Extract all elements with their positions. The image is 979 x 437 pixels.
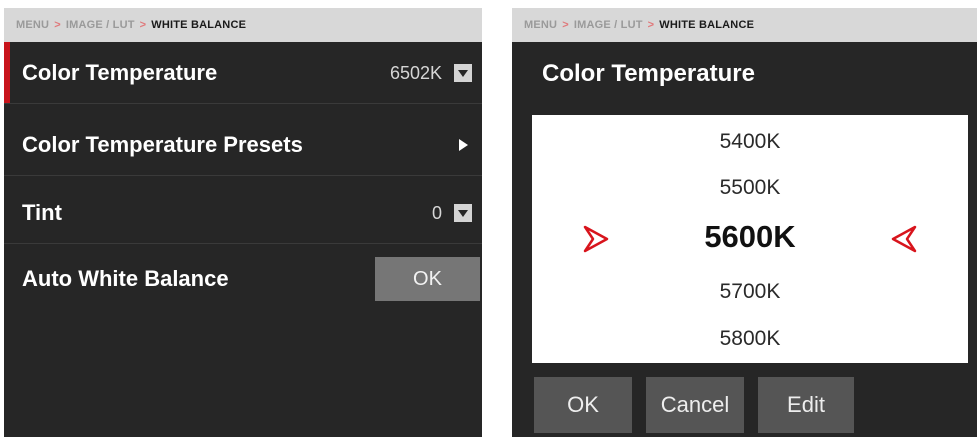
breadcrumb: MENU > IMAGE / LUT > WHITE BALANCE — [512, 8, 977, 42]
picker-option[interactable]: 5700K — [532, 280, 968, 304]
breadcrumb-root[interactable]: MENU — [524, 19, 557, 31]
edit-button[interactable]: Edit — [758, 377, 854, 433]
picker-title: Color Temperature — [542, 60, 755, 87]
color-temperature-picker[interactable]: 5400K 5500K 5600K 5700K 5800K — [532, 115, 968, 363]
color-temperature-picker-panel: MENU > IMAGE / LUT > WHITE BALANCE Color… — [512, 8, 977, 437]
white-balance-menu-panel: MENU > IMAGE / LUT > WHITE BALANCE Color… — [4, 8, 482, 437]
auto-white-balance-ok-button[interactable]: OK — [375, 257, 480, 301]
menu-item-label: Color Temperature — [22, 60, 218, 85]
triangle-left-icon — [890, 224, 918, 254]
breadcrumb-current: WHITE BALANCE — [659, 19, 755, 31]
breadcrumb-separator: > — [647, 19, 655, 31]
picker-option[interactable]: 5500K — [532, 176, 968, 200]
tint-value: 0 — [431, 202, 442, 223]
divider — [4, 175, 482, 176]
triangle-right-icon — [582, 224, 610, 254]
color-temperature-value: 6502K — [389, 62, 442, 83]
menu-item-label: Auto White Balance — [22, 266, 229, 291]
chevron-right-icon[interactable] — [454, 136, 472, 154]
picker-option[interactable]: 5400K — [532, 130, 968, 154]
menu-item-color-temperature-presets[interactable]: Color Temperature Presets — [4, 114, 482, 176]
picker-option[interactable]: 5800K — [532, 327, 968, 351]
divider — [4, 243, 482, 244]
chevron-down-icon[interactable] — [454, 204, 472, 222]
breadcrumb: MENU > IMAGE / LUT > WHITE BALANCE — [4, 8, 482, 42]
active-item-marker — [4, 42, 10, 104]
breadcrumb-middle[interactable]: IMAGE / LUT — [66, 19, 135, 31]
breadcrumb-middle[interactable]: IMAGE / LUT — [574, 19, 643, 31]
breadcrumb-separator: > — [54, 19, 61, 31]
breadcrumb-separator: > — [139, 19, 147, 31]
menu-item-tint[interactable]: Tint 0 — [4, 182, 482, 244]
breadcrumb-root[interactable]: MENU — [16, 19, 49, 31]
cancel-button[interactable]: Cancel — [646, 377, 744, 433]
menu-item-color-temperature[interactable]: Color Temperature 6502K — [4, 42, 482, 104]
chevron-down-icon[interactable] — [454, 64, 472, 82]
ok-button[interactable]: OK — [534, 377, 632, 433]
menu-item-label: Tint — [22, 200, 62, 225]
menu-item-label: Color Temperature Presets — [22, 132, 303, 157]
breadcrumb-separator: > — [562, 19, 569, 31]
divider — [4, 103, 482, 104]
breadcrumb-current: WHITE BALANCE — [151, 19, 247, 31]
